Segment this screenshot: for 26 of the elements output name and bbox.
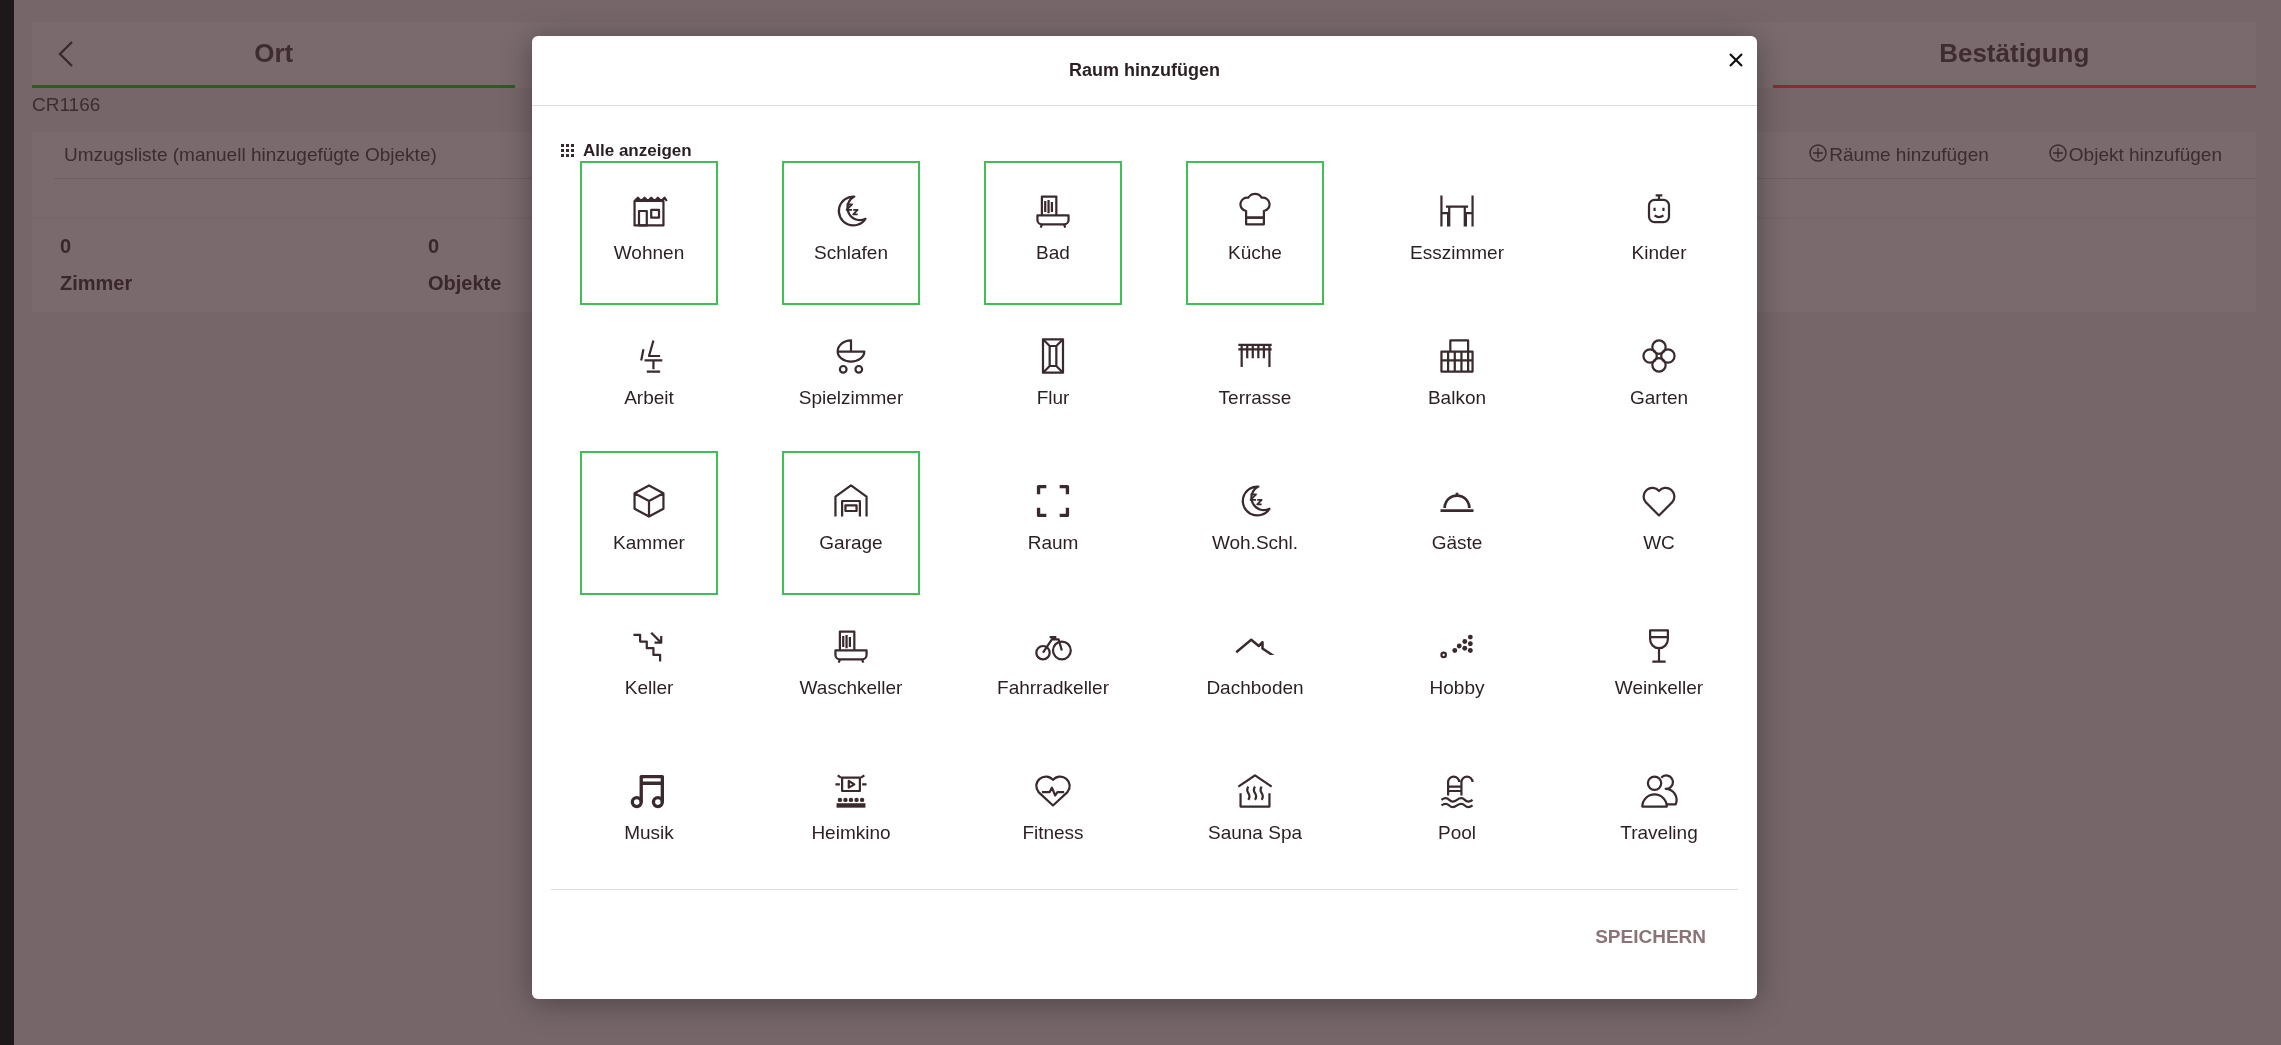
reference-code: CR1166 <box>32 93 101 117</box>
grid-icon <box>561 144 575 158</box>
sauna-icon <box>1235 771 1275 811</box>
room-option[interactable]: Bad <box>984 161 1122 305</box>
dialog-title: Raum hinzufügen <box>1069 60 1220 81</box>
stat-label: Objekte <box>428 272 502 295</box>
room-option[interactable]: Garage <box>782 451 920 595</box>
show-all-button[interactable]: Alle anzeigen <box>561 140 692 162</box>
list-title: Umzugsliste (manuell hinzugefügte Objekte) <box>63 144 437 166</box>
roof-icon <box>1235 637 1275 655</box>
room-option[interactable]: Kammer <box>580 451 718 595</box>
room-option[interactable]: Schlafen <box>782 161 920 305</box>
people-icon <box>1639 771 1679 811</box>
clover-icon <box>1639 336 1679 376</box>
stat-label: Zimmer <box>60 272 133 295</box>
plus-circle-icon <box>1809 144 1828 162</box>
save-button[interactable]: SPEICHERN <box>1583 918 1718 956</box>
room-option[interactable]: Küche <box>1186 161 1324 305</box>
stat-value: 0 <box>60 235 72 258</box>
room-option[interactable]: Wohnen <box>580 161 718 305</box>
back-chevron-icon[interactable] <box>58 40 74 68</box>
stat-value: 0 <box>428 235 440 258</box>
close-icon[interactable] <box>1729 53 1743 67</box>
plus-circle-icon <box>2048 144 2067 162</box>
balcony-icon <box>1437 336 1477 376</box>
cloche-icon <box>1439 490 1475 512</box>
